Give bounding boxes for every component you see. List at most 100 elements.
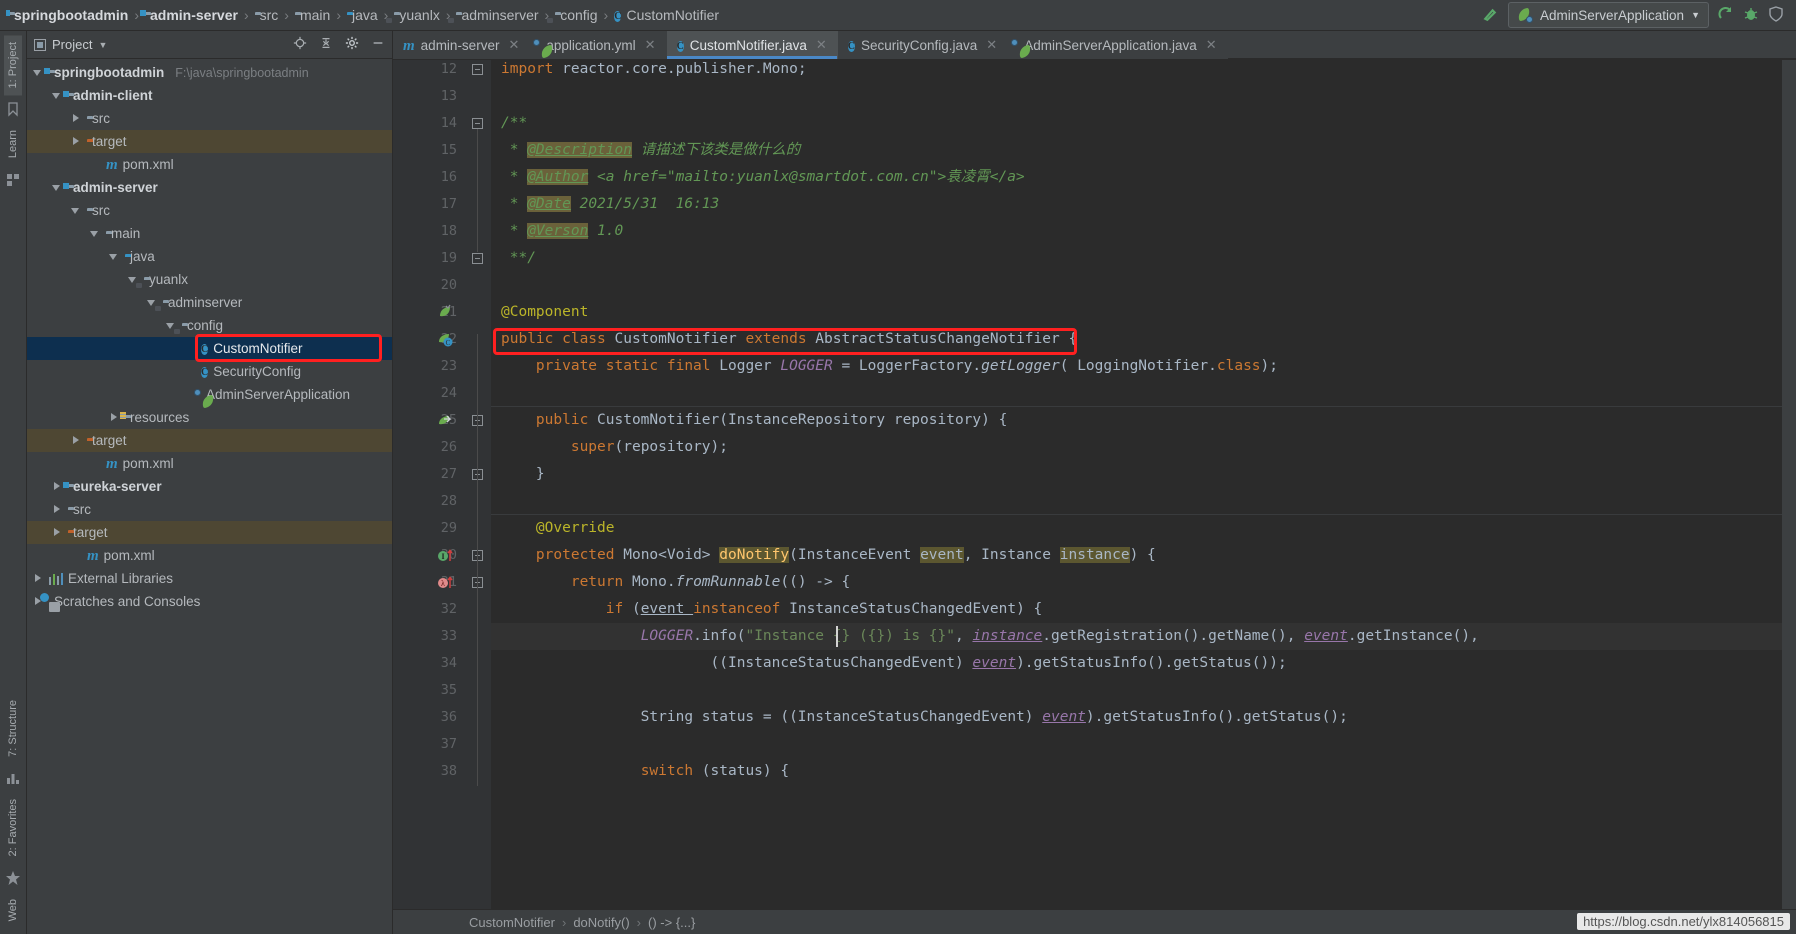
code-line[interactable]: if (event instanceof InstanceStatusChang… [491,596,1782,623]
tree-node-pom-xml[interactable]: m pom.xml [27,544,392,567]
chevron-down-icon[interactable] [90,228,101,239]
chevron-right-icon[interactable] [109,412,120,423]
code-line[interactable]: protected Mono<Void> doNotify(InstanceEv… [491,542,1782,569]
code-line[interactable]: return Mono.fromRunnable(() -> { [491,569,1782,596]
editor-tab-securityconfig-java[interactable]: C SecurityConfig.java ✕ [838,31,1008,59]
breadcrumb-item-src[interactable]: src [252,7,282,23]
editor-tab-customnotifier-java[interactable]: C CustomNotifier.java ✕ [666,31,838,59]
tree-node-src[interactable]: src [27,498,392,521]
spring-class-bean-icon[interactable]: C [437,331,453,350]
breadcrumb-item-customnotifier[interactable]: C CustomNotifier [611,6,722,24]
tree-node-springbootadmin[interactable]: springbootadmin F:\java\springbootadmin [27,61,392,84]
tree-node-adminserver[interactable]: adminserver [27,291,392,314]
breadcrumb-item-admin-server[interactable]: admin-server [142,7,241,23]
chevron-down-icon[interactable] [109,251,120,262]
editor-tab-admin-server[interactable]: m admin-server ✕ [393,31,530,59]
tree-node-pom-xml[interactable]: m pom.xml [27,452,392,475]
chevron-down-icon[interactable]: ▼ [98,40,107,50]
spring-bean-icon[interactable] [437,304,453,323]
chevron-down-icon[interactable] [52,182,63,193]
code-line[interactable]: private static final Logger LOGGER = Log… [491,353,1782,380]
breadcrumb-item-java[interactable]: java [344,7,381,23]
tool-tab-structure[interactable]: 7: Structure [4,693,22,764]
breadcrumb-item-config[interactable]: config [552,7,600,23]
tree-node-securityconfig[interactable]: C SecurityConfig [27,360,392,383]
tree-node-adminserverapplication[interactable]: AdminServerApplication [27,383,392,406]
code-line[interactable]: @Component [491,299,1782,326]
code-line[interactable]: switch (status) { [491,758,1782,785]
collapse-all-icon[interactable] [319,36,333,53]
bookmark-icon[interactable] [5,101,21,118]
error-stripe-scrollbar[interactable] [1782,60,1796,909]
code-editor[interactable]: 1213141516171819202122232425262728293031… [393,60,1796,909]
editor-tab-adminserverapplication-java[interactable]: AdminServerApplication.java ✕ [1008,31,1228,59]
chevron-down-icon[interactable]: ▼ [1691,10,1700,20]
code-line[interactable] [491,380,1782,407]
grid-icon[interactable] [5,172,21,188]
debug-icon[interactable] [1743,6,1759,25]
tool-tab-project[interactable]: 1: Project [4,35,22,96]
tree-node-main[interactable]: main [27,222,392,245]
code-line[interactable]: @Override [491,515,1782,542]
tree-node-target[interactable]: target [27,130,392,153]
tool-tab-web[interactable]: Web [4,892,22,928]
chevron-right-icon[interactable] [52,481,63,492]
code-line[interactable]: /** [491,110,1782,137]
editor-breadcrumb-item[interactable]: doNotify() [573,915,629,930]
code-line[interactable]: public CustomNotifier(InstanceRepository… [491,407,1782,434]
chevron-right-icon[interactable] [33,573,44,584]
code-line[interactable]: LOGGER.info("Instance {} ({}) is {}", in… [491,623,1782,650]
spring-autowire-icon[interactable] [437,412,453,431]
code-line[interactable]: import reactor.core.publisher.Mono; [491,60,1782,83]
code-line[interactable]: String status = ((InstanceStatusChangedE… [491,704,1782,731]
tree-node-admin-client[interactable]: admin-client [27,84,392,107]
project-tree[interactable]: springbootadmin F:\java\springbootadmin ad… [27,59,392,934]
tree-node-scratches-and-consoles[interactable]: Scratches and Consoles [27,590,392,613]
chevron-right-icon[interactable] [52,527,63,538]
code-line[interactable]: * @Description 请描述下该类是做什么的 [491,137,1782,164]
tree-node-customnotifier[interactable]: C CustomNotifier [27,337,392,360]
code-fold-marker[interactable] [472,64,483,75]
coverage-icon[interactable] [1768,5,1784,25]
code-line[interactable]: public class CustomNotifier extends Abst… [491,326,1782,353]
tree-node-src[interactable]: src [27,107,392,130]
code-line[interactable] [491,272,1782,299]
breadcrumb-item-main[interactable]: main [292,7,333,23]
tree-node-target[interactable]: target [27,429,392,452]
close-icon[interactable]: ✕ [816,37,827,53]
run-icon[interactable] [1718,6,1734,25]
close-icon[interactable]: ✕ [645,37,656,53]
locate-icon[interactable] [293,36,307,53]
code-line[interactable]: ((InstanceStatusChangedEvent) event).get… [491,650,1782,677]
settings-gear-icon[interactable] [345,36,359,53]
code-line[interactable]: **/ [491,245,1782,272]
run-configuration-selector[interactable]: AdminServerApplication ▼ [1508,2,1709,28]
breadcrumb-item-adminserver[interactable]: adminserver [453,7,541,23]
tree-node-java[interactable]: java [27,245,392,268]
close-icon[interactable]: ✕ [986,37,997,53]
tree-node-pom-xml[interactable]: m pom.xml [27,153,392,176]
editor-tab-application-yml[interactable]: application.yml ✕ [530,31,666,59]
chart-icon[interactable] [5,770,21,786]
code-line[interactable] [491,731,1782,758]
breadcrumb-item-springbootadmin[interactable]: springbootadmin [6,7,131,23]
code-line[interactable]: * @Date 2021/5/31 16:13 [491,191,1782,218]
code-fold-marker[interactable] [472,253,483,264]
tool-tab-learn[interactable]: Learn [4,123,22,165]
code-line[interactable] [491,488,1782,515]
chevron-down-icon[interactable] [71,205,82,216]
code-line[interactable] [491,83,1782,110]
chevron-right-icon[interactable] [71,435,82,446]
fold-marker-gutter[interactable] [465,60,491,909]
breadcrumb-item-yuanlx[interactable]: yuanlx [391,7,442,23]
tree-node-yuanlx[interactable]: yuanlx [27,268,392,291]
code-line[interactable] [491,677,1782,704]
chevron-down-icon[interactable] [52,90,63,101]
tree-node-external-libraries[interactable]: External Libraries [27,567,392,590]
chevron-right-icon[interactable] [52,504,63,515]
tree-node-target[interactable]: target [27,521,392,544]
code-line[interactable]: super(repository); [491,434,1782,461]
star-icon[interactable] [5,870,21,886]
chevron-right-icon[interactable] [71,136,82,147]
tree-node-admin-server[interactable]: admin-server [27,176,392,199]
